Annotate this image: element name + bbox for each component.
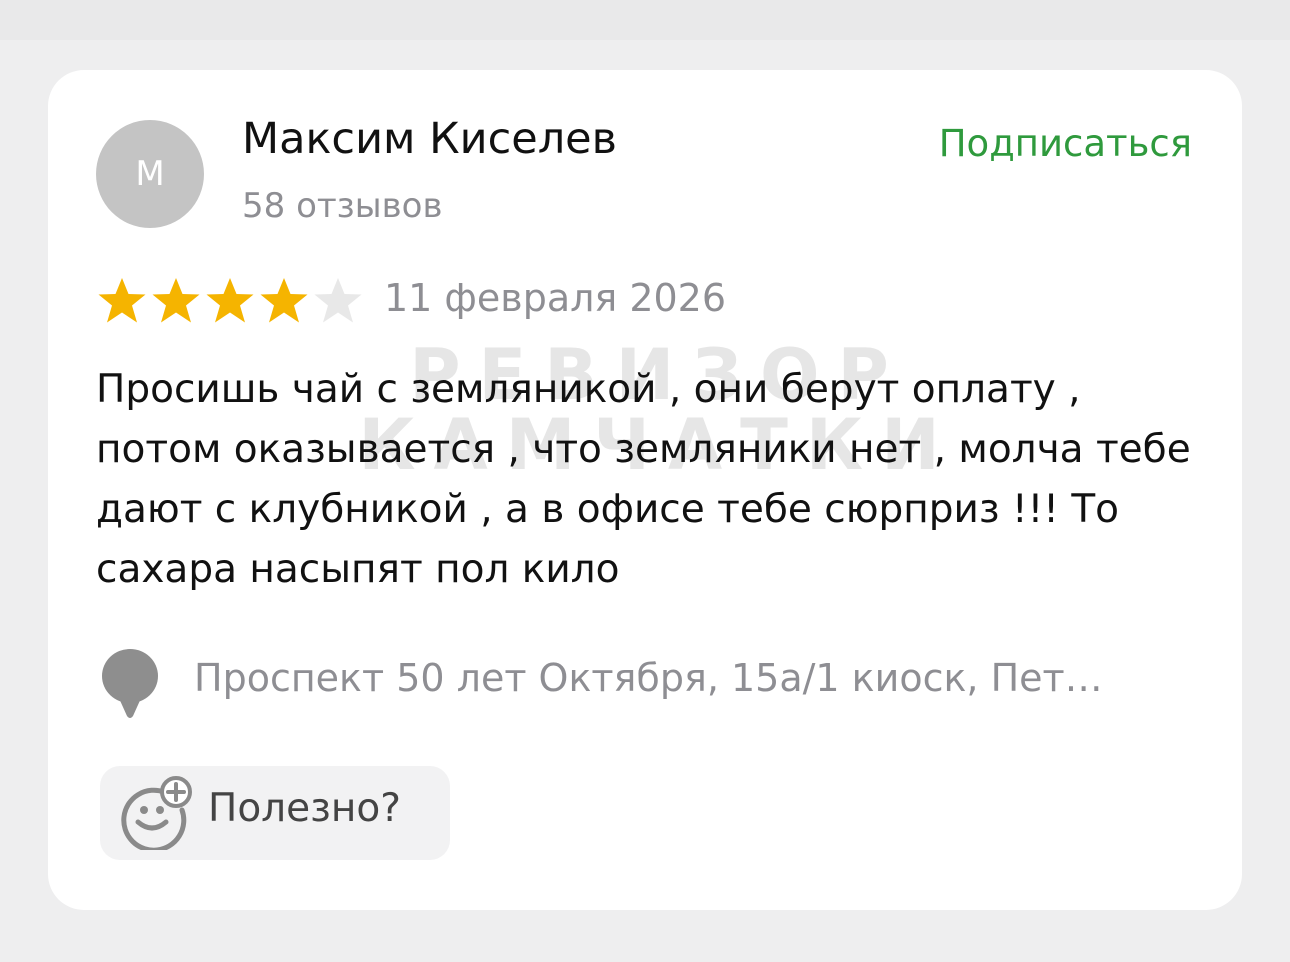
subscribe-button[interactable]: Подписаться [939, 122, 1192, 165]
useful-label: Полезно? [208, 786, 401, 831]
useful-button[interactable]: Полезно? [100, 766, 450, 860]
author-reviews-count: 58 отзывов [242, 186, 443, 226]
star-filled-icon [260, 278, 308, 323]
star-filled-icon [98, 278, 146, 323]
avatar[interactable]: М [96, 120, 204, 228]
page: М Максим Киселев 58 отзывов Подписаться … [0, 0, 1290, 962]
rating-stars [96, 276, 364, 326]
author-name[interactable]: Максим Киселев [242, 114, 617, 164]
review-date: 11 февраля 2026 [384, 276, 727, 320]
star-filled-icon [206, 278, 254, 323]
address-text: Проспект 50 лет Октября, 15а/1 киоск, Пе… [194, 656, 1103, 700]
location-pin-icon [100, 648, 164, 718]
review-card: М Максим Киселев 58 отзывов Подписаться … [48, 70, 1242, 910]
smiley-plus-icon [120, 776, 194, 853]
star-empty-icon [314, 278, 362, 323]
review-text: Просишь чай с земляникой , они берут опл… [96, 367, 1191, 592]
top-shade [0, 0, 1290, 40]
star-filled-icon [152, 278, 200, 323]
address-row[interactable]: Проспект 50 лет Октября, 15а/1 киоск, Пе… [100, 646, 1200, 718]
